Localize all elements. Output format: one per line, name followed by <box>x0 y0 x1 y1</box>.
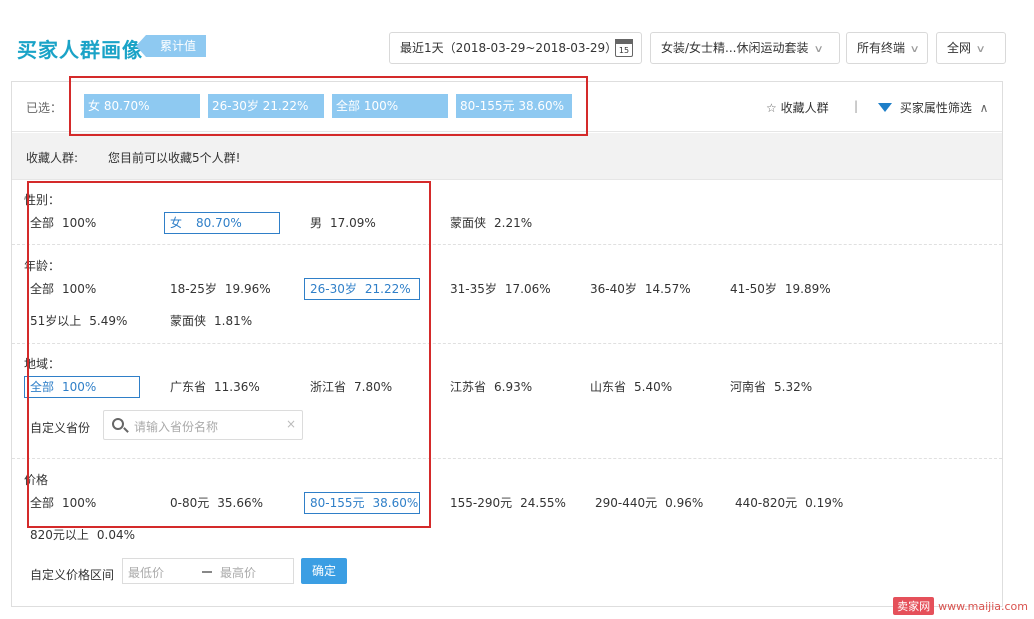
range-dash <box>202 571 212 573</box>
buyer-attr-filter-label: 买家属性筛选 <box>899 101 972 115</box>
max-price-input[interactable]: 最高价 <box>220 564 256 581</box>
watermark-url: www.maijia.com <box>938 600 1028 613</box>
region-option-jiangsu[interactable]: 江苏省 6.93% <box>444 376 560 398</box>
page-title: 买家人群画像 <box>17 38 143 62</box>
region-option-henan[interactable]: 河南省 5.32% <box>724 376 840 398</box>
category-dropdown[interactable]: 女装/女士精...休闲运动套装 ∨ <box>650 32 840 64</box>
category-value: 女装/女士精...休闲运动套装 <box>661 41 809 55</box>
terminal-dropdown[interactable]: 所有终端 ∨ <box>846 32 928 64</box>
cumulative-badge: 累计值 <box>135 35 207 57</box>
selected-label: 已选： <box>26 101 63 115</box>
chevron-down-icon: ∨ <box>813 44 824 55</box>
page-header: 买家人群画像 累计值 最近1天（2018-03-29~2018-03-29） 1… <box>0 0 1034 80</box>
highlight-box-filters <box>27 181 431 528</box>
date-range-value: 最近1天（2018-03-29~2018-03-29） <box>400 41 618 55</box>
highlight-box-selected <box>69 76 588 136</box>
age-option-41-50[interactable]: 41-50岁 19.89% <box>724 278 840 300</box>
price-option-440-820[interactable]: 440-820元 0.19% <box>729 492 859 514</box>
watermark-brand: 卖家网 <box>893 597 935 615</box>
favorite-crowd-message: 您目前可以收藏5个人群! <box>108 151 241 165</box>
confirm-button[interactable]: 确定 <box>301 558 347 584</box>
calendar-icon[interactable]: 15 <box>615 39 633 57</box>
star-icon: ☆ <box>766 101 777 115</box>
date-range-picker[interactable]: 最近1天（2018-03-29~2018-03-29） 15 <box>389 32 642 64</box>
chevron-up-icon: ∧ <box>979 101 989 115</box>
price-option-155-290[interactable]: 155-290元 24.55% <box>444 492 574 514</box>
network-dropdown[interactable]: 全网 ∨ <box>936 32 1006 64</box>
watermark: 卖家网 www.maijia.com <box>893 597 1028 615</box>
divider: | <box>854 99 859 113</box>
favorite-crowd-link[interactable]: ☆ 收藏人群 <box>766 99 829 116</box>
network-value: 全网 <box>947 41 972 55</box>
favorite-crowd-label: 收藏人群 <box>780 101 829 115</box>
price-range-input[interactable]: 最低价 最高价 <box>122 558 294 584</box>
favorite-crowd-row: 收藏人群: 您目前可以收藏5个人群! <box>12 133 1002 180</box>
price-option-290-440[interactable]: 290-440元 0.96% <box>589 492 719 514</box>
age-option-36-40[interactable]: 36-40岁 14.57% <box>584 278 700 300</box>
min-price-input[interactable]: 最低价 <box>128 564 164 581</box>
buyer-attr-filter-toggle[interactable]: 买家属性筛选 ∧ <box>878 99 988 116</box>
terminal-value: 所有终端 <box>857 41 906 55</box>
gender-option-masked[interactable]: 蒙面侠 2.21% <box>444 212 560 234</box>
region-option-shandong[interactable]: 山东省 5.40% <box>584 376 700 398</box>
age-option-31-35[interactable]: 31-35岁 17.06% <box>444 278 560 300</box>
custom-price-label: 自定义价格区间 <box>30 568 115 582</box>
chevron-down-icon: ∨ <box>909 44 920 55</box>
filter-icon <box>878 103 892 112</box>
chevron-down-icon: ∨ <box>975 44 986 55</box>
favorite-crowd-row-label: 收藏人群: <box>26 151 79 165</box>
